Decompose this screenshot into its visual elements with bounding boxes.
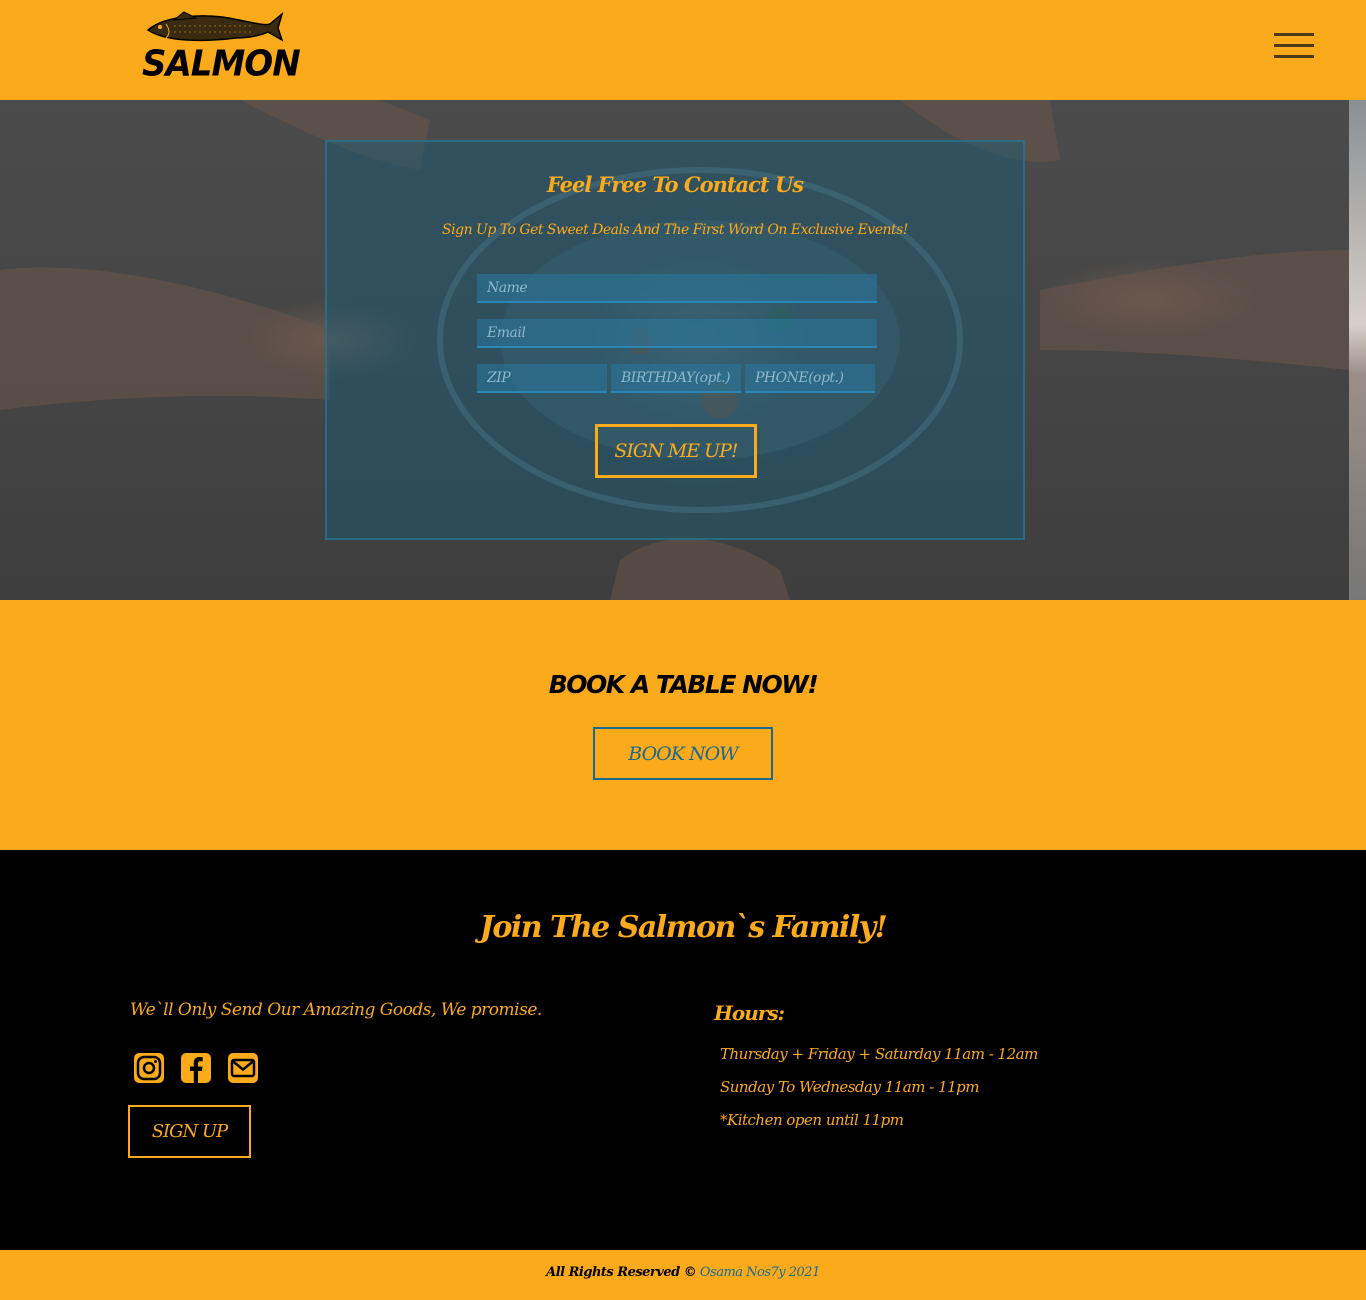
facebook-icon[interactable] [179,1051,213,1085]
join-family-title: Join The Salmon`s Family! [479,910,888,945]
social-links [132,1051,268,1085]
contact-subtitle: Sign Up To Get Sweet Deals And The First… [442,222,908,238]
logo-text: SALMON [142,43,301,85]
menu-bar [1274,44,1314,47]
hours-line: *Kitchen open until 11pm [720,1111,904,1129]
hours-line: Sunday To Wednesday 11am - 11pm [720,1078,980,1096]
hours-line: Thursday + Friday + Saturday 11am - 12am [720,1045,1038,1063]
email-field[interactable] [477,319,877,348]
hours-title: Hours: [714,1001,785,1025]
scrollbar-strip [1349,100,1366,600]
copyright-text: All Rights Reserved © [546,1265,697,1280]
footer: Join The Salmon`s Family! We`ll Only Sen… [0,850,1366,1250]
hero-section: Feel Free To Contact Us Sign Up To Get S… [0,100,1349,600]
contact-form-box: Feel Free To Contact Us Sign Up To Get S… [325,140,1025,540]
name-field[interactable] [477,274,877,303]
birthday-field[interactable] [611,364,741,393]
site-header: SALMON [0,0,1366,100]
book-table-section: BOOK A TABLE NOW! BOOK NOW [0,600,1366,850]
sign-me-up-button[interactable]: SIGN ME UP! [595,424,757,478]
promise-text: We`ll Only Send Our Amazing Goods, We pr… [130,1000,542,1020]
salmon-fish-icon [146,11,284,42]
copyright-bar: All Rights Reserved © Osama Nos7y 2021 [0,1250,1366,1300]
hamburger-menu-icon[interactable] [1274,33,1316,61]
zip-field[interactable] [477,364,607,393]
book-now-button[interactable]: BOOK NOW [593,727,773,780]
envelope-icon[interactable] [226,1051,260,1085]
logo[interactable]: SALMON [138,8,301,88]
author-link[interactable]: Osama Nos7y 2021 [700,1265,821,1280]
menu-bar [1274,33,1314,36]
phone-field[interactable] [745,364,875,393]
sign-up-button[interactable]: SIGN UP [128,1105,251,1158]
book-table-title: BOOK A TABLE NOW! [548,670,819,699]
instagram-icon[interactable] [132,1051,166,1085]
menu-bar [1274,55,1314,58]
contact-title: Feel Free To Contact Us [546,172,804,197]
